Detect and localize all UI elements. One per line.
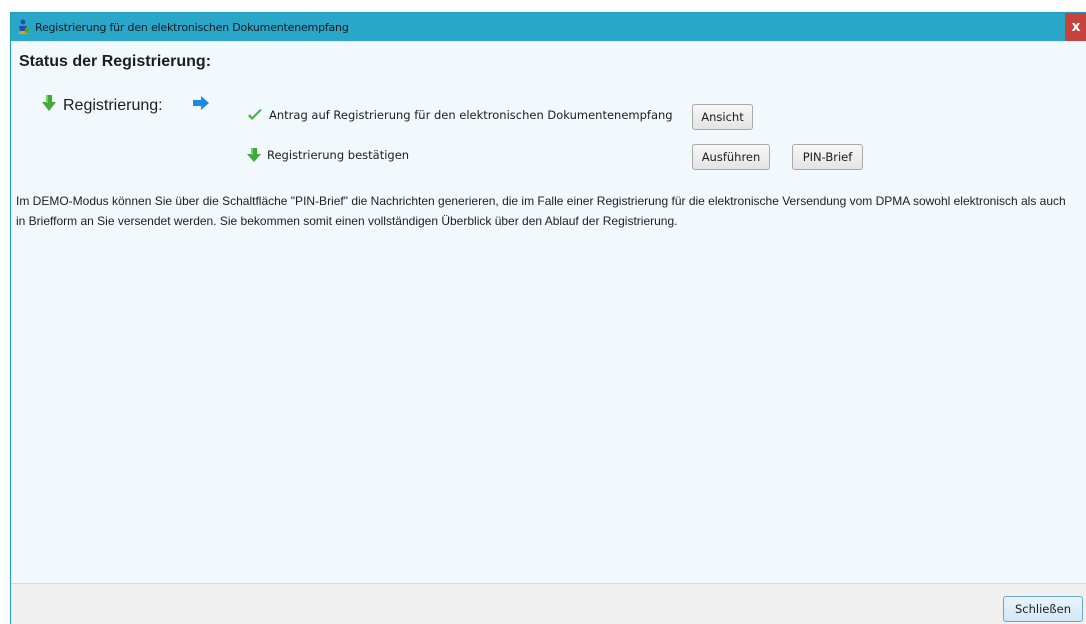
dialog-window: Registrierung für den elektronischen Dok… — [10, 12, 1086, 624]
registration-status: Registrierung: — [41, 94, 163, 117]
content-area: Status der Registrierung: Registrierung: — [11, 41, 1086, 583]
step-label: Antrag auf Registrierung für den elektro… — [269, 108, 673, 122]
down-arrow-icon — [41, 94, 57, 117]
close-window-button[interactable]: x — [1065, 13, 1086, 41]
registration-label: Registrierung: — [63, 96, 163, 114]
step-confirm: Registrierung bestätigen — [247, 147, 409, 163]
window-title: Registrierung für den elektronischen Dok… — [35, 20, 349, 34]
app-person-icon — [14, 18, 32, 36]
checkmark-icon — [247, 108, 263, 122]
down-arrow-icon — [247, 147, 261, 163]
right-arrow-icon — [192, 95, 210, 116]
pin-letter-button[interactable]: PIN-Brief — [792, 144, 863, 170]
view-button[interactable]: Ansicht — [692, 104, 753, 130]
page-title: Status der Registrierung: — [19, 53, 212, 70]
step-application: Antrag auf Registrierung für den elektro… — [247, 108, 673, 122]
step-label: Registrierung bestätigen — [267, 148, 410, 162]
footer-bar: Schließen — [11, 583, 1086, 624]
info-text: Im DEMO-Modus können Sie über die Schalt… — [16, 194, 1066, 228]
title-bar[interactable]: Registrierung für den elektronischen Dok… — [11, 13, 1086, 41]
execute-button[interactable]: Ausführen — [692, 144, 770, 170]
close-button[interactable]: Schließen — [1003, 596, 1083, 622]
